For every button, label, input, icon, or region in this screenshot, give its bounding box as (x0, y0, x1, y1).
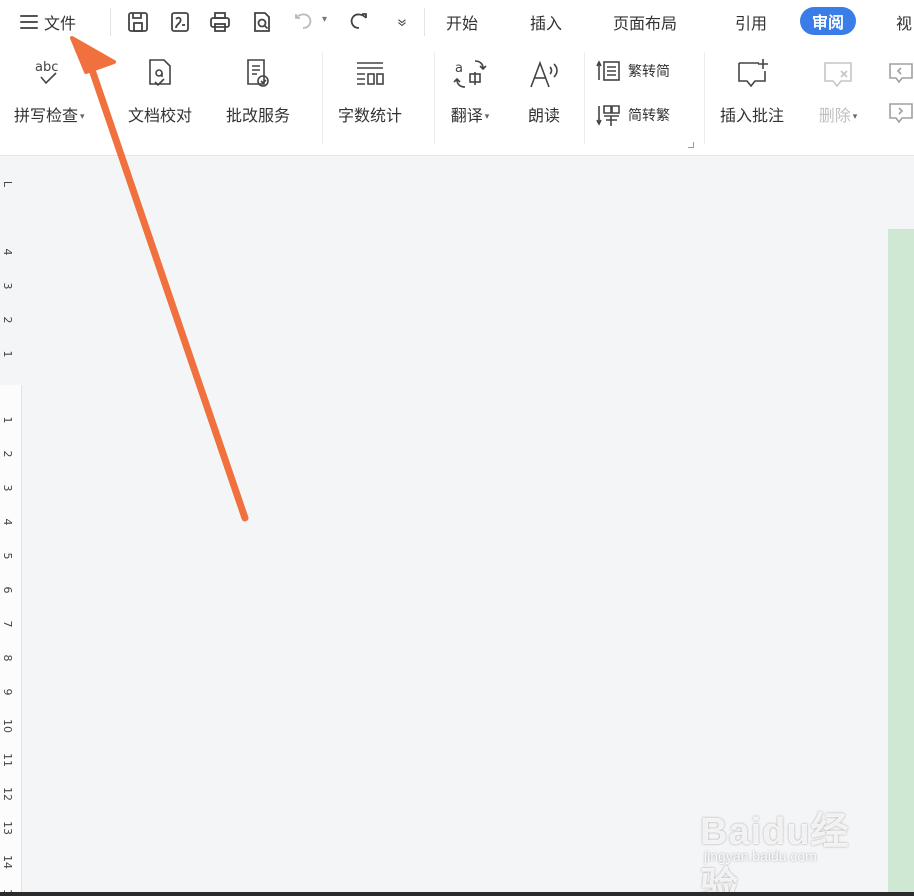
spell-check-button[interactable]: abc 拼写检查 ▾ (14, 54, 85, 126)
translate-icon: a (450, 54, 490, 94)
trad-to-simp-label: 繁转简 (628, 64, 670, 80)
previous-comment-button[interactable] (888, 60, 914, 86)
file-menu-label: 文件 (44, 14, 77, 33)
translate-label: 翻译 (450, 106, 483, 125)
simp-to-trad-label: 简转繁 (628, 108, 670, 124)
delete-dropdown-icon[interactable]: ▾ (853, 112, 858, 122)
watermark-url: jingyan.baidu.com (704, 848, 817, 864)
revision-service-label: 批改服务 (226, 106, 291, 125)
insert-comment-label: 插入批注 (720, 106, 785, 125)
divider (110, 8, 111, 36)
ruler-tick: 4 (1, 248, 14, 256)
ruler-tick: 1 (1, 350, 14, 358)
ruler-tick: 12 (1, 787, 14, 801)
delete-comment-button[interactable]: 删除 ▾ (818, 54, 858, 126)
menubar: 文件 ▾ 开始 插入 页面布局 引用 审阅 视 (0, 0, 914, 44)
translate-button[interactable]: a 翻译 ▾ (450, 54, 490, 126)
ruler-text-region (0, 385, 22, 896)
tab-view[interactable]: 视 (896, 10, 912, 34)
divider (424, 8, 425, 36)
word-count-label: 字数统计 (338, 106, 403, 125)
doc-proof-icon (140, 54, 180, 94)
doc-proof-button[interactable]: 文档校对 (128, 54, 192, 126)
ruler-tick: 10 (1, 719, 14, 733)
ruler-tick: 13 (1, 821, 14, 835)
trad-to-simp-button[interactable]: 繁转简 (596, 58, 670, 84)
document-area[interactable]: L4321123456789101112131415 (0, 157, 914, 896)
customize-icon[interactable] (388, 8, 416, 36)
ruler-tick: 2 (1, 450, 14, 458)
tab-home[interactable]: 开始 (446, 10, 478, 34)
divider (322, 52, 323, 144)
ruler-tick: 5 (1, 552, 14, 560)
tab-insert[interactable]: 插入 (530, 10, 562, 34)
ruler-tick: 1 (1, 416, 14, 424)
divider (704, 52, 705, 144)
trad-to-simp-icon (596, 60, 620, 81)
simp-to-trad-icon (596, 105, 620, 126)
divider (434, 52, 435, 144)
ruler-tick: 2 (1, 316, 14, 324)
svg-text:a: a (455, 61, 463, 76)
vertical-ruler[interactable]: L4321123456789101112131415 (0, 157, 22, 896)
wps-writer-window: 文件 ▾ 开始 插入 页面布局 引用 审阅 视 abc 拼写检查 ▾ 文档校对 … (0, 0, 914, 896)
translate-dropdown-icon[interactable]: ▾ (485, 112, 490, 122)
ruler-tick: 7 (1, 620, 14, 628)
delete-comment-icon (818, 54, 858, 94)
hamburger-icon (20, 15, 38, 29)
file-menu-button[interactable]: 文件 (20, 9, 76, 35)
tab-page-layout[interactable]: 页面布局 (613, 10, 677, 34)
next-comment-icon (889, 103, 913, 124)
spell-check-dropdown-icon[interactable]: ▾ (80, 112, 85, 122)
print-preview-icon[interactable] (248, 8, 276, 36)
save-icon[interactable] (124, 8, 152, 36)
spell-check-icon: abc (29, 54, 69, 94)
ruler-tick: L (1, 180, 14, 188)
word-count-button[interactable]: 字数统计 (338, 54, 402, 126)
insert-comment-button[interactable]: 插入批注 (720, 54, 784, 126)
word-count-icon (350, 54, 390, 94)
ruler-tick: 6 (1, 586, 14, 594)
chinese-conversion-expand-icon[interactable] (688, 142, 694, 148)
document-page[interactable] (888, 229, 914, 896)
next-comment-button[interactable] (888, 100, 914, 126)
read-aloud-icon (524, 54, 564, 94)
ruler-tick: 9 (1, 688, 14, 696)
ruler-tick: 11 (1, 753, 14, 767)
spell-check-label: 拼写检查 (14, 106, 79, 125)
svg-text:abc: abc (35, 60, 58, 75)
print-icon[interactable] (206, 8, 234, 36)
tab-review[interactable]: 审阅 (800, 7, 857, 35)
undo-icon[interactable] (290, 8, 318, 36)
previous-comment-icon (889, 63, 913, 84)
revision-service-icon (238, 54, 278, 94)
divider (584, 52, 585, 144)
revision-service-button[interactable]: 批改服务 (226, 54, 290, 126)
ruler-tick: 3 (1, 484, 14, 492)
simp-to-trad-button[interactable]: 简转繁 (596, 102, 670, 128)
export-pdf-icon[interactable] (166, 8, 194, 36)
redo-icon[interactable] (344, 8, 372, 36)
doc-proof-label: 文档校对 (128, 106, 193, 125)
ruler-tick: 14 (1, 855, 14, 869)
insert-comment-icon (732, 54, 772, 94)
review-ribbon: abc 拼写检查 ▾ 文档校对 批改服务 字数统计 a 翻译 ▾ 朗读 繁转简 … (0, 44, 914, 156)
read-aloud-button[interactable]: 朗读 (524, 54, 564, 126)
ruler-tick: 8 (1, 654, 14, 662)
delete-comment-label: 删除 (818, 106, 851, 125)
window-bottom-border (0, 892, 914, 896)
ruler-tick: 4 (1, 518, 14, 526)
undo-dropdown-icon[interactable]: ▾ (322, 14, 327, 25)
tab-references[interactable]: 引用 (735, 10, 767, 34)
baidu-jingyan-watermark: Baidu经验 jingyan.baidu.com (700, 800, 875, 896)
ruler-tick: 3 (1, 282, 14, 290)
read-aloud-label: 朗读 (527, 106, 560, 125)
